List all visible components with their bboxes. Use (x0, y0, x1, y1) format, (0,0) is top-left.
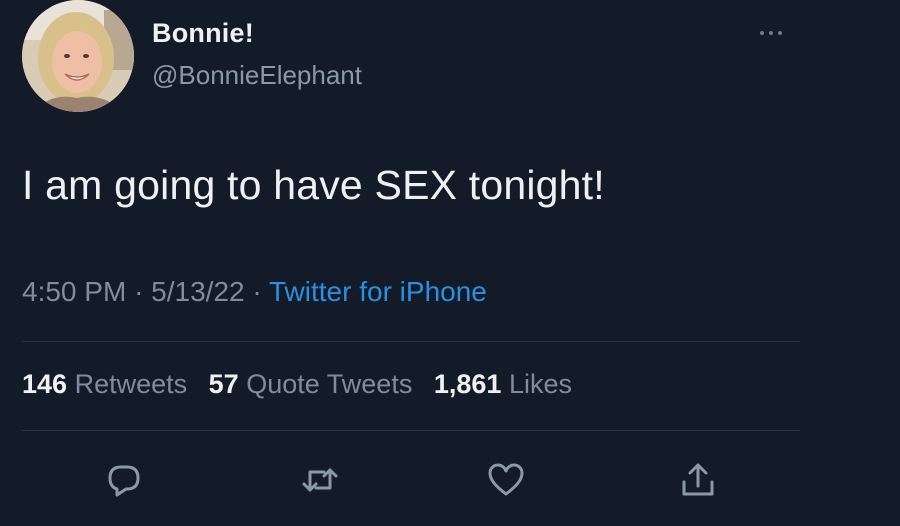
like-button[interactable] (484, 458, 528, 502)
retweets-count: 146 (22, 369, 68, 399)
retweets-stat[interactable]: 146 Retweets (22, 369, 187, 399)
engagement-stats: 146 Retweets 57 Quote Tweets 1,861 Likes (22, 369, 572, 400)
divider (22, 430, 800, 431)
heart-icon (488, 463, 524, 496)
more-horizontal-icon[interactable] (760, 26, 796, 40)
likes-stat[interactable]: 1,861 Likes (434, 369, 572, 399)
tweet-time[interactable]: 4:50 PM (22, 276, 126, 307)
tweet-meta: 4:50 PM · 5/13/22 · Twitter for iPhone (22, 276, 487, 308)
quote-tweets-stat[interactable]: 57 Quote Tweets (209, 369, 413, 399)
quote-tweets-count: 57 (208, 369, 239, 399)
likes-count: 1,861 (433, 369, 502, 399)
avatar[interactable] (22, 0, 134, 112)
share-button[interactable] (676, 458, 720, 502)
retweet-button[interactable] (298, 458, 342, 502)
divider (22, 341, 800, 342)
tweet-date[interactable]: 5/13/22 (151, 276, 244, 307)
reply-icon (108, 465, 140, 497)
likes-label: Likes (508, 369, 572, 399)
meta-separator: · (252, 276, 269, 307)
tweet-source-link[interactable]: Twitter for iPhone (269, 276, 487, 307)
display-name[interactable]: Bonnie! (152, 18, 254, 49)
reply-button[interactable] (102, 458, 146, 502)
user-handle[interactable]: @BonnieElephant (152, 60, 362, 91)
meta-separator: · (134, 276, 152, 307)
retweets-label: Retweets (74, 369, 188, 399)
share-icon (682, 463, 714, 496)
quote-tweets-label: Quote Tweets (246, 369, 413, 399)
action-bar (0, 458, 900, 502)
tweet-card: Bonnie! @BonnieElephant I am going to ha… (0, 0, 900, 526)
tweet-text: I am going to have SEX tonight! (22, 162, 605, 208)
retweet-icon (302, 468, 338, 492)
